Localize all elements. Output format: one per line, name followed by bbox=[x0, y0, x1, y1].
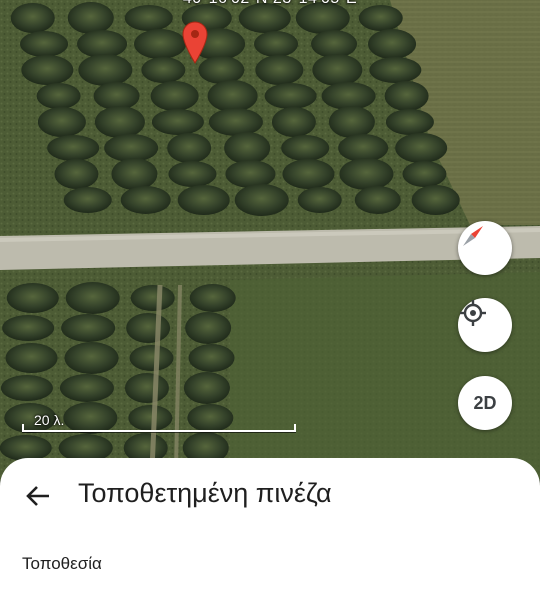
scale-label: 20 λ. bbox=[34, 412, 65, 428]
tree-canopy bbox=[255, 55, 304, 85]
tree-canopy bbox=[124, 373, 169, 403]
tree-canopy bbox=[64, 342, 119, 374]
tree-canopy bbox=[126, 313, 171, 343]
tree-canopy bbox=[20, 31, 69, 57]
tree-canopy bbox=[281, 135, 330, 161]
red-map-pin-icon[interactable] bbox=[182, 20, 208, 64]
tree-canopy bbox=[150, 81, 199, 111]
tree-canopy bbox=[183, 372, 230, 404]
tree-canopy bbox=[54, 159, 99, 189]
tree-canopy bbox=[5, 343, 58, 373]
tree-canopy bbox=[358, 5, 403, 31]
tree-canopy bbox=[65, 282, 120, 314]
tree-canopy bbox=[36, 83, 81, 109]
tree-canopy bbox=[185, 312, 232, 344]
satellite-map[interactable]: 40°16'02"N 23°14'05"E 2D 20 λ. bbox=[0, 0, 540, 480]
tree-canopy bbox=[208, 108, 263, 136]
scale-bar: 20 λ. bbox=[22, 410, 296, 432]
tree-canopy bbox=[312, 54, 363, 86]
tree-canopy bbox=[354, 186, 401, 214]
tree-canopy bbox=[141, 57, 186, 83]
my-location-button[interactable] bbox=[458, 298, 512, 352]
tree-canopy bbox=[264, 83, 317, 109]
sheet-title: Τοποθετημένη πινέζα bbox=[78, 478, 332, 508]
tree-canopy bbox=[254, 31, 299, 57]
tree-canopy bbox=[234, 184, 289, 216]
tree-canopy bbox=[6, 283, 59, 313]
tree-canopy bbox=[369, 57, 422, 83]
coordinates-label: 40°16'02"N 23°14'05"E bbox=[0, 0, 540, 8]
tree-canopy bbox=[339, 158, 394, 190]
tree-canopy bbox=[271, 107, 316, 137]
tree-canopy bbox=[188, 344, 235, 372]
tree-canopy bbox=[151, 109, 204, 135]
tree-canopy bbox=[297, 187, 342, 213]
tree-canopy bbox=[77, 30, 128, 58]
tree-canopy bbox=[338, 134, 389, 162]
location-section-label: Τοποθεσία bbox=[22, 554, 102, 573]
tree-canopy bbox=[111, 158, 158, 190]
tree-canopy bbox=[2, 315, 55, 341]
tree-canopy bbox=[94, 106, 145, 138]
tree-canopy bbox=[384, 81, 429, 111]
tree-canopy bbox=[37, 107, 86, 137]
tree-canopy bbox=[395, 133, 448, 163]
compass-icon bbox=[463, 226, 483, 246]
tree-canopy bbox=[224, 132, 271, 164]
tree-canopy bbox=[168, 161, 217, 187]
tree-canopy bbox=[189, 284, 236, 312]
tree-canopy bbox=[134, 29, 187, 59]
tree-canopy bbox=[93, 82, 140, 110]
tree-canopy bbox=[411, 185, 460, 215]
tree-canopy bbox=[59, 374, 114, 402]
tree-canopy bbox=[177, 185, 230, 215]
tree-canopy bbox=[124, 5, 173, 31]
tree-canopy bbox=[311, 30, 358, 58]
back-button[interactable] bbox=[24, 482, 52, 510]
tree-canopy bbox=[21, 55, 74, 85]
tree-canopy bbox=[0, 375, 53, 401]
tree-canopy bbox=[47, 135, 100, 161]
bottom-sheet: Τοποθετημένη πινέζα Τοποθεσία bbox=[0, 458, 540, 598]
my-location-icon bbox=[460, 300, 486, 326]
tree-canopy bbox=[61, 314, 116, 342]
arrow-back-icon bbox=[26, 486, 49, 506]
tree-canopy bbox=[63, 187, 112, 213]
tree-canopy bbox=[129, 345, 174, 371]
tree-canopy bbox=[130, 285, 175, 311]
tree-canopy bbox=[167, 133, 212, 163]
tree-canopy bbox=[282, 159, 335, 189]
tree-canopy bbox=[104, 134, 159, 162]
tree-canopy bbox=[225, 160, 276, 188]
view-mode-2d-button[interactable]: 2D bbox=[458, 376, 512, 430]
tree-canopy bbox=[402, 161, 447, 187]
compass-button[interactable] bbox=[458, 221, 512, 275]
tree-canopy bbox=[78, 54, 133, 86]
tree-canopy bbox=[328, 106, 375, 138]
tree-canopy bbox=[321, 82, 376, 110]
tree-canopy bbox=[207, 80, 258, 112]
tree-canopy bbox=[385, 109, 434, 135]
tree-canopy bbox=[368, 29, 417, 59]
tree-canopy bbox=[120, 186, 171, 214]
